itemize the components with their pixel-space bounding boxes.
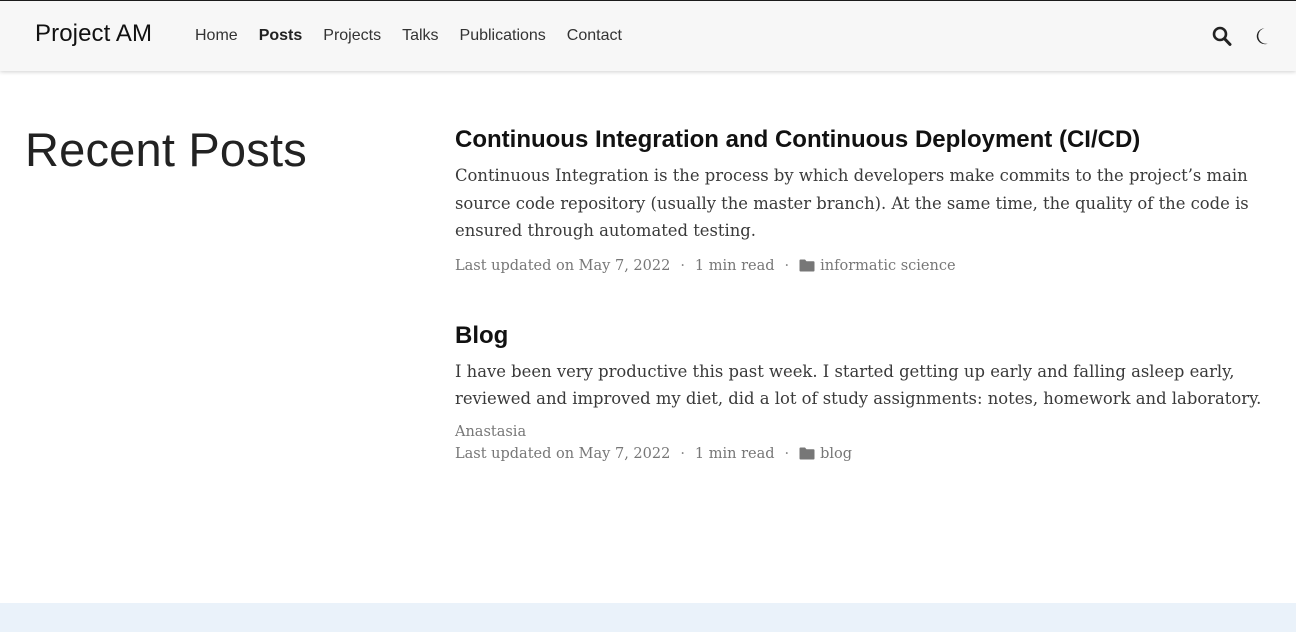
folder-icon xyxy=(799,447,815,460)
site-brand[interactable]: Project AM xyxy=(35,20,152,48)
post-category-link[interactable]: informatic science xyxy=(820,258,955,274)
post-item: Continuous Integration and Continuous De… xyxy=(455,124,1275,274)
post-author[interactable]: Anastasia xyxy=(455,424,1275,440)
navbar: Project AM Home Posts Projects Talks Pub… xyxy=(0,1,1296,71)
post-summary: Continuous Integration is the process by… xyxy=(455,166,1249,241)
post-read-time: 1 min read xyxy=(694,445,775,462)
moon-icon[interactable] xyxy=(1252,25,1272,47)
meta-separator: · xyxy=(784,257,790,274)
page-title: Recent Posts xyxy=(25,123,307,176)
search-icon[interactable] xyxy=(1212,25,1232,47)
post-list: Continuous Integration and Continuous De… xyxy=(455,124,1275,508)
navbar-actions xyxy=(1212,25,1272,47)
post-title-link[interactable]: Continuous Integration and Continuous De… xyxy=(455,124,1275,156)
meta-separator: · xyxy=(680,257,685,274)
post-read-time: 1 min read xyxy=(694,257,775,274)
post-title-link[interactable]: Blog xyxy=(455,320,1275,352)
folder-icon xyxy=(799,259,815,272)
nav-link-posts[interactable]: Posts xyxy=(259,27,303,45)
meta-separator: · xyxy=(680,445,685,462)
nav-link-projects[interactable]: Projects xyxy=(323,27,381,45)
nav-link-contact[interactable]: Contact xyxy=(567,27,622,45)
post-meta: Last updated on May 7, 2022 · 1 min read… xyxy=(455,258,1275,274)
meta-separator: · xyxy=(784,445,790,462)
nav-link-talks[interactable]: Talks xyxy=(402,27,438,45)
post-item: Blog I have been very productive this pa… xyxy=(455,320,1275,462)
nav-link-publications[interactable]: Publications xyxy=(460,27,546,45)
main-nav: Home Posts Projects Talks Publications C… xyxy=(195,27,643,45)
post-meta: Last updated on May 7, 2022 · 1 min read… xyxy=(455,446,1275,462)
nav-link-home[interactable]: Home xyxy=(195,27,238,45)
post-category-link[interactable]: blog xyxy=(820,446,852,462)
post-updated-date: Last updated on May 7, 2022 xyxy=(455,445,671,462)
post-summary: I have been very productive this past we… xyxy=(455,361,1262,409)
footer xyxy=(0,603,1296,632)
post-updated-date: Last updated on May 7, 2022 xyxy=(455,257,671,274)
